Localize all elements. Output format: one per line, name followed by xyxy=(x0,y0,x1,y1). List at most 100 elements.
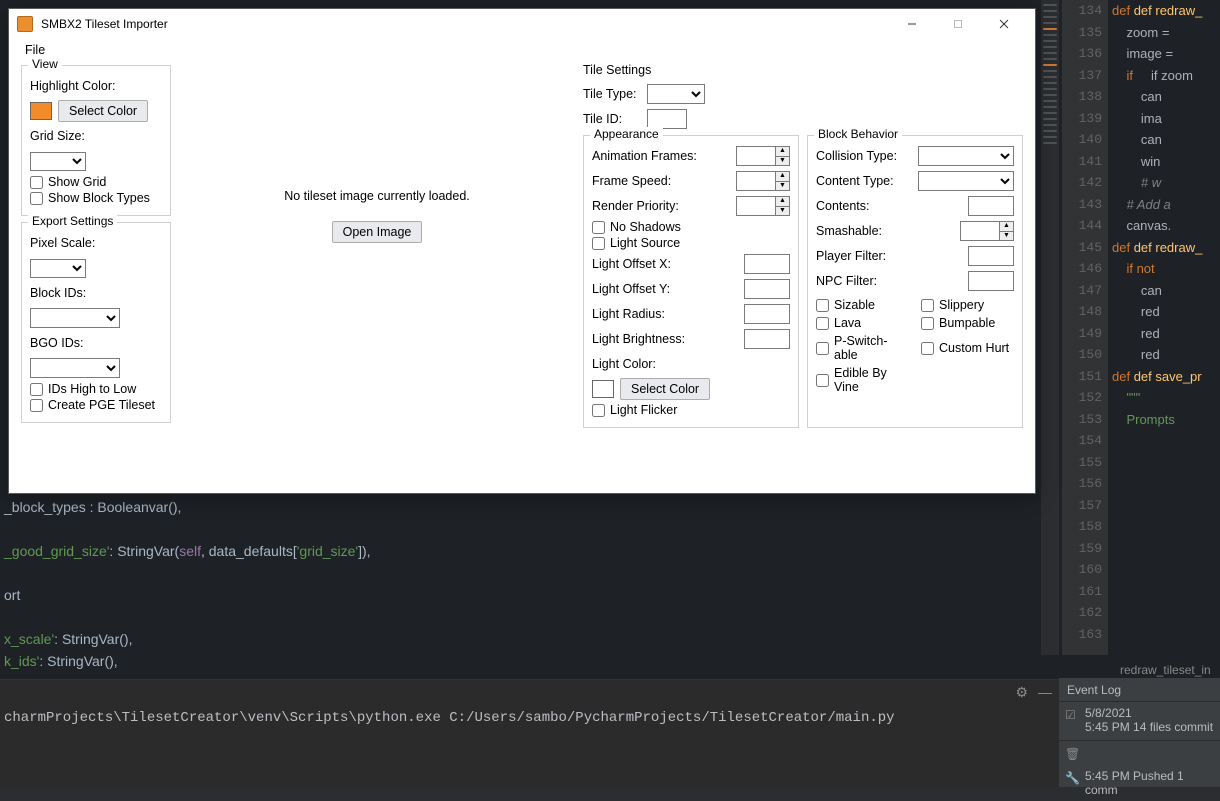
light-offset-x-input[interactable] xyxy=(744,254,790,274)
npc-filter-input[interactable] xyxy=(968,271,1014,291)
code-line: _block_types : Booleanvar(), xyxy=(4,496,816,518)
show-grid-label: Show Grid xyxy=(48,175,106,189)
light-offset-y-input[interactable] xyxy=(744,279,790,299)
open-image-button[interactable]: Open Image xyxy=(332,221,423,243)
light-color-swatch xyxy=(592,380,614,398)
show-block-types-label: Show Block Types xyxy=(48,191,150,205)
appearance-title: Appearance xyxy=(590,127,663,141)
event-log-header[interactable]: Event Log xyxy=(1059,678,1220,702)
code-line: ima xyxy=(1112,108,1220,130)
spin-up-icon[interactable]: ▲ xyxy=(1000,222,1013,232)
grid-size-label: Grid Size: xyxy=(30,129,85,143)
tile-id-input[interactable] xyxy=(647,109,687,129)
console-panel: ⚙ ― charmProjects\TilesetCreator\venv\Sc… xyxy=(0,679,1058,787)
light-flicker-label: Light Flicker xyxy=(610,403,677,417)
block-ids-select[interactable] xyxy=(30,308,120,328)
light-offset-y-label: Light Offset Y: xyxy=(592,282,670,296)
light-brightness-input[interactable] xyxy=(744,329,790,349)
window-titlebar[interactable]: SMBX2 Tileset Importer xyxy=(9,9,1035,39)
player-filter-input[interactable] xyxy=(968,246,1014,266)
code-line: red xyxy=(1112,301,1220,323)
contents-input[interactable] xyxy=(968,196,1014,216)
show-grid-checkbox[interactable] xyxy=(30,176,43,189)
minimize-icon[interactable]: ― xyxy=(1038,684,1052,701)
render-priority-spinner[interactable]: ▲▼ xyxy=(736,196,790,216)
select-highlight-color-button[interactable]: Select Color xyxy=(58,100,148,122)
frame-speed-label: Frame Speed: xyxy=(592,174,671,188)
close-button[interactable] xyxy=(981,9,1027,39)
bumpable-label: Bumpable xyxy=(939,316,995,330)
collision-type-label: Collision Type: xyxy=(816,149,897,163)
no-shadows-checkbox[interactable] xyxy=(592,221,605,234)
export-settings-title: Export Settings xyxy=(28,214,117,228)
trash-icon[interactable]: 🗑 xyxy=(1065,747,1079,761)
code-editor-left[interactable]: _block_types : Booleanvar(), _good_grid_… xyxy=(0,490,820,690)
collision-type-select[interactable] xyxy=(918,146,1014,166)
player-filter-label: Player Filter: xyxy=(816,249,886,263)
code-line xyxy=(4,562,816,584)
code-line: """ xyxy=(1112,387,1220,409)
console-output[interactable]: charmProjects\TilesetCreator\venv\Script… xyxy=(4,710,1054,726)
pixel-scale-select[interactable] xyxy=(30,259,86,278)
view-group-title: View xyxy=(28,57,62,71)
slippery-label: Slippery xyxy=(939,298,984,312)
light-radius-input[interactable] xyxy=(744,304,790,324)
lava-checkbox[interactable] xyxy=(816,317,829,330)
custom-hurt-label: Custom Hurt xyxy=(939,341,1009,355)
slippery-checkbox[interactable] xyxy=(921,299,934,312)
code-line: def def save_pr xyxy=(1112,366,1220,388)
spin-down-icon[interactable]: ▼ xyxy=(776,157,789,166)
appearance-group: Appearance Animation Frames: ▲▼ Frame Sp… xyxy=(583,135,799,428)
render-priority-label: Render Priority: xyxy=(592,199,679,213)
event-log-panel: Event Log ☑ 5/8/2021 5:45 PM 14 files co… xyxy=(1058,678,1220,787)
spin-down-icon[interactable]: ▼ xyxy=(776,182,789,191)
minimap xyxy=(1041,0,1059,655)
code-line: red xyxy=(1112,344,1220,366)
ids-high-to-low-checkbox[interactable] xyxy=(30,383,43,396)
anim-frames-spinner[interactable]: ▲▼ xyxy=(736,146,790,166)
maximize-button[interactable] xyxy=(935,9,981,39)
code-line: can xyxy=(1112,129,1220,151)
content-type-select[interactable] xyxy=(918,171,1014,191)
pswitch-checkbox[interactable] xyxy=(816,342,829,355)
spin-up-icon[interactable]: ▲ xyxy=(776,197,789,207)
create-pge-checkbox[interactable] xyxy=(30,399,43,412)
npc-filter-label: NPC Filter: xyxy=(816,274,877,288)
spin-down-icon[interactable]: ▼ xyxy=(1000,232,1013,241)
ids-high-to-low-label: IDs High to Low xyxy=(48,382,136,396)
light-source-checkbox[interactable] xyxy=(592,237,605,250)
code-line: if if zoom xyxy=(1112,65,1220,87)
select-light-color-button[interactable]: Select Color xyxy=(620,378,710,400)
code-line: can xyxy=(1112,280,1220,302)
code-line: # Add a xyxy=(1112,194,1220,216)
tile-type-select[interactable] xyxy=(647,84,705,104)
light-flicker-checkbox[interactable] xyxy=(592,404,605,417)
code-line: can xyxy=(1112,86,1220,108)
edible-label: Edible By Vine xyxy=(834,366,909,394)
bgo-ids-select[interactable] xyxy=(30,358,120,378)
show-block-types-checkbox[interactable] xyxy=(30,192,43,205)
code-line: zoom = xyxy=(1112,22,1220,44)
contents-label: Contents: xyxy=(816,199,870,213)
code-line: Prompts xyxy=(1112,409,1220,431)
no-shadows-label: No Shadows xyxy=(610,220,681,234)
smashable-label: Smashable: xyxy=(816,224,882,238)
spin-up-icon[interactable]: ▲ xyxy=(776,172,789,182)
frame-speed-spinner[interactable]: ▲▼ xyxy=(736,171,790,191)
tileset-image-area: No tileset image currently loaded. Open … xyxy=(177,63,577,483)
spin-up-icon[interactable]: ▲ xyxy=(776,147,789,157)
smashable-spinner[interactable]: ▲▼ xyxy=(960,221,1014,241)
custom-hurt-checkbox[interactable] xyxy=(921,342,934,355)
light-brightness-label: Light Brightness: xyxy=(592,332,685,346)
sizable-label: Sizable xyxy=(834,298,875,312)
bumpable-checkbox[interactable] xyxy=(921,317,934,330)
edible-checkbox[interactable] xyxy=(816,374,829,387)
sizable-checkbox[interactable] xyxy=(816,299,829,312)
minimize-button[interactable] xyxy=(889,9,935,39)
grid-size-select[interactable] xyxy=(30,152,86,171)
spin-down-icon[interactable]: ▼ xyxy=(776,207,789,216)
code-line: win xyxy=(1112,151,1220,173)
code-line: red xyxy=(1112,323,1220,345)
code-line: k_ids': StringVar(), xyxy=(4,650,816,672)
gear-icon[interactable]: ⚙ xyxy=(1015,684,1028,701)
